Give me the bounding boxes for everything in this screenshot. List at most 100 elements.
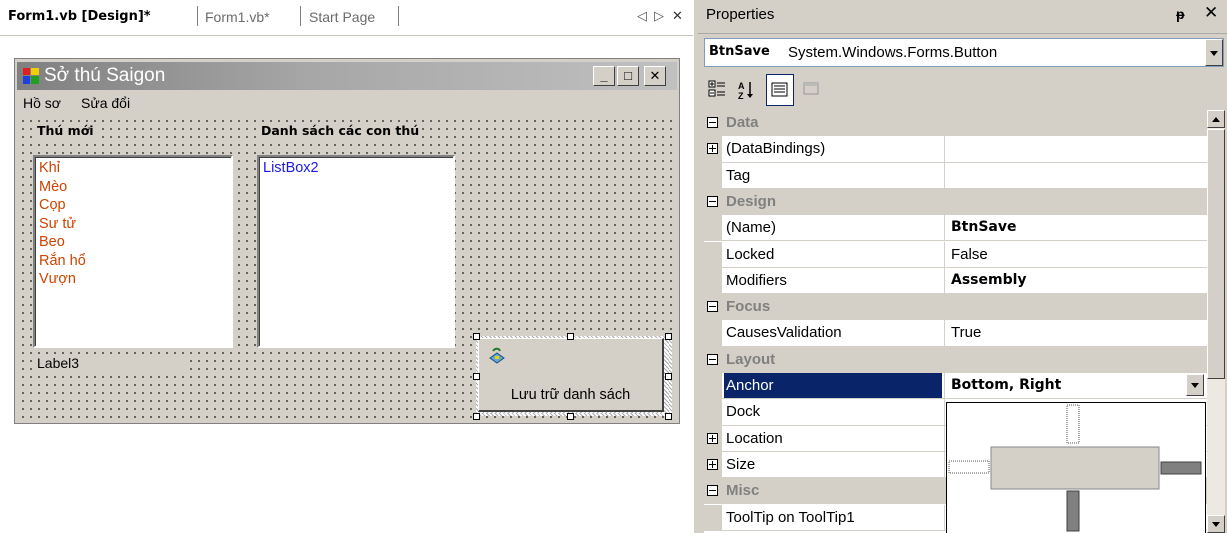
row-gutter [704, 399, 722, 426]
svg-text:A: A [738, 81, 745, 91]
resize-handle[interactable] [567, 413, 574, 420]
form-client-area: Thú mới Danh sách các con thú Khỉ Mèo Cọ… [17, 115, 677, 420]
property-value[interactable]: True [951, 324, 981, 341]
listbox-animal-list[interactable]: ListBox2 [257, 155, 455, 348]
list-item[interactable]: Mèo [39, 178, 227, 197]
maximize-button[interactable]: □ [617, 66, 639, 86]
property-row[interactable]: Locked False [704, 241, 1207, 268]
property-row[interactable]: CausesValidation True [704, 320, 1207, 347]
scroll-up-button[interactable] [1207, 110, 1225, 128]
list-item[interactable]: Khỉ [39, 159, 227, 178]
column-divider [944, 451, 945, 479]
alphabetical-icon: A Z [738, 81, 753, 100]
property-row[interactable]: Modifiers Assembly [704, 267, 1207, 295]
tab-form1-code[interactable]: Form1.vb* [205, 6, 270, 28]
properties-view-button[interactable] [766, 74, 794, 106]
property-category[interactable]: Layout [704, 346, 1207, 373]
listbox-new-animals[interactable]: Khỉ Mèo Cọp Sư tử Beo Rắn hổ Vượn [33, 155, 233, 348]
collapse-icon[interactable] [707, 353, 718, 365]
resize-handle[interactable] [665, 333, 672, 340]
menu-sua-doi[interactable]: Sửa đổi [81, 95, 130, 111]
property-name: Locked [726, 245, 775, 263]
property-category[interactable]: Design [704, 188, 1207, 216]
scroll-thumb[interactable] [1207, 129, 1225, 379]
alphabetical-button[interactable]: A Z [734, 74, 762, 106]
categorized-button[interactable] [704, 74, 732, 106]
scroll-tabs-left-icon[interactable]: ◁ [637, 8, 647, 24]
property-name: Anchor [724, 373, 942, 399]
resize-handle[interactable] [473, 413, 480, 420]
resize-handle[interactable] [567, 333, 574, 340]
category-name: Focus [726, 298, 771, 316]
property-row[interactable]: (Name) BtnSave [704, 215, 1207, 242]
object-selector[interactable]: BtnSave System.Windows.Forms.Button [704, 38, 1224, 67]
form-caption-bar[interactable]: Sở thú Saigon _ □ ✕ [17, 62, 677, 90]
anchor-editor-popup[interactable] [946, 402, 1206, 533]
tab-form1-design[interactable]: Form1.vb [Design]* [8, 6, 151, 28]
category-name: Design [726, 192, 777, 210]
pin-icon[interactable]: ᵽ [1176, 6, 1185, 22]
close-tab-icon[interactable]: ✕ [672, 8, 683, 24]
row-gutter [704, 504, 722, 531]
floppy-save-icon [489, 347, 505, 364]
collapse-icon[interactable] [707, 117, 718, 128]
expand-icon[interactable] [707, 458, 718, 470]
list-item[interactable]: Vượn [39, 270, 227, 289]
anchor-top-toggle [1066, 404, 1080, 444]
expand-icon[interactable] [707, 432, 718, 444]
property-name: (DataBindings) [726, 140, 826, 158]
collapse-icon[interactable] [707, 301, 718, 313]
resize-handle[interactable] [665, 413, 672, 420]
property-name: CausesValidation [726, 324, 842, 342]
list-item[interactable]: Cọp [39, 196, 227, 215]
column-divider [944, 373, 945, 400]
anchor-left-toggle [948, 460, 990, 474]
category-name: Data [726, 114, 759, 131]
scroll-tabs-right-icon[interactable]: ▷ [654, 8, 664, 24]
property-value[interactable]: Bottom, Right [951, 377, 1061, 393]
list-item[interactable]: Sư tử [39, 215, 227, 234]
events-icon [803, 82, 819, 95]
column-divider [944, 320, 945, 347]
resize-handle[interactable] [473, 333, 480, 340]
column-divider [944, 136, 945, 163]
resize-handle[interactable] [665, 373, 672, 380]
list-item[interactable]: Rắn hổ [39, 252, 227, 271]
column-divider [944, 241, 945, 268]
panel-splitter[interactable] [693, 0, 698, 533]
property-pages-button[interactable] [798, 74, 826, 106]
save-list-button[interactable]: Lưu trữ danh sách [478, 338, 664, 412]
anchor-dropdown-button[interactable] [1186, 374, 1204, 396]
properties-title-bar: Properties ᵽ ✕ [698, 0, 1227, 34]
column-divider [944, 162, 945, 189]
property-row[interactable]: (DataBindings) [704, 136, 1207, 163]
collapse-icon[interactable] [707, 195, 718, 207]
list-item[interactable]: Beo [39, 233, 227, 252]
close-button[interactable]: ✕ [644, 66, 666, 86]
menu-ho-so[interactable]: Hồ sơ [23, 95, 61, 111]
expand-icon[interactable] [707, 143, 718, 155]
collapse-icon[interactable] [707, 485, 718, 497]
property-row[interactable]: Anchor Bottom, Right [704, 373, 1207, 400]
property-category[interactable]: Data [704, 110, 1207, 137]
document-tab-strip: Form1.vb [Design]* Form1.vb* Start Page … [0, 0, 693, 36]
tab-start-page[interactable]: Start Page [309, 6, 375, 28]
property-value[interactable]: False [951, 246, 988, 263]
label-animal-list: Danh sách các con thú [259, 123, 422, 138]
property-value[interactable]: Assembly [951, 272, 1027, 288]
resize-handle[interactable] [473, 373, 480, 380]
minimize-button[interactable]: _ [593, 66, 615, 86]
form-window[interactable]: Sở thú Saigon _ □ ✕ Hồ sơ Sửa đổi Thú mớ… [14, 58, 680, 424]
property-grid-scrollbar[interactable] [1207, 110, 1225, 533]
label3: Label3 [35, 355, 185, 375]
properties-title: Properties [706, 6, 775, 23]
property-value[interactable]: BtnSave [951, 219, 1016, 235]
svg-text:Z: Z [738, 91, 744, 100]
scroll-down-button[interactable] [1207, 515, 1225, 533]
property-row[interactable]: Tag [704, 162, 1207, 189]
close-icon[interactable]: ✕ [1204, 3, 1218, 23]
anchor-right-toggle [1160, 461, 1202, 475]
chevron-down-icon[interactable] [1205, 39, 1223, 66]
property-category[interactable]: Focus [704, 294, 1207, 321]
form-menu-bar: Hồ sơ Sửa đổi [17, 93, 677, 115]
